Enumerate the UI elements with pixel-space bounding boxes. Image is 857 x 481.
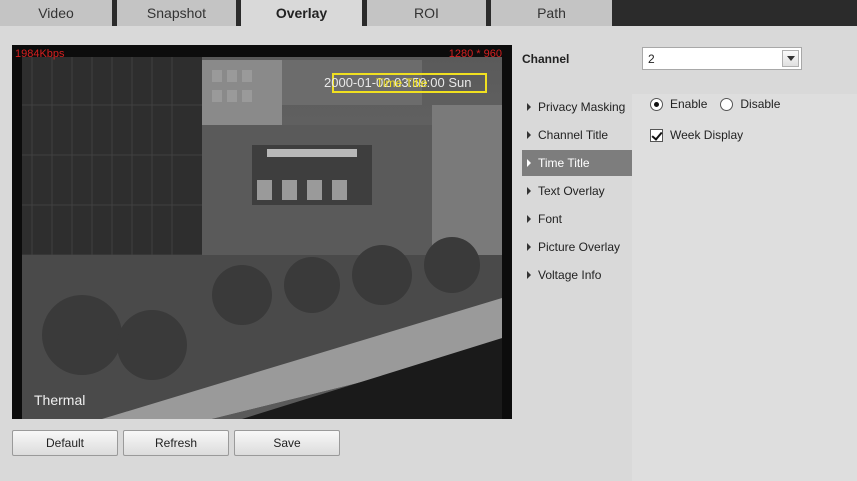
caret-right-icon	[527, 215, 531, 223]
menu-item-channel-title[interactable]: Channel Title	[522, 122, 632, 148]
default-button[interactable]: Default	[12, 430, 118, 456]
refresh-button[interactable]: Refresh	[123, 430, 229, 456]
channel-value: 2	[648, 51, 655, 66]
enable-radio[interactable]	[650, 97, 663, 111]
settings-panel	[632, 94, 857, 481]
enable-label: Enable	[670, 97, 708, 111]
channel-name-overlay: Thermal	[34, 392, 86, 408]
menu-item-label: Voltage Info	[538, 268, 602, 282]
enable-radio-group: Enable Disable	[650, 97, 793, 111]
menu-item-voltage-info[interactable]: Voltage Info	[522, 262, 632, 288]
menu-item-picture-overlay[interactable]: Picture Overlay	[522, 234, 632, 260]
menu-item-label: Privacy Masking	[538, 100, 626, 114]
overlay-menu: Privacy Masking Channel Title Time Title…	[522, 94, 632, 290]
tab-roi[interactable]: ROI	[367, 0, 486, 26]
tab-bar: Video Snapshot Overlay ROI Path	[0, 0, 857, 26]
thermal-scene-image	[12, 45, 512, 419]
channel-select[interactable]: 2	[642, 47, 802, 70]
tab-path[interactable]: Path	[491, 0, 612, 26]
week-display-label: Week Display	[670, 128, 744, 142]
channel-label: Channel	[522, 52, 570, 66]
save-button[interactable]: Save	[234, 430, 340, 456]
disable-label: Disable	[740, 97, 781, 111]
tab-overlay[interactable]: Overlay	[241, 0, 362, 26]
caret-right-icon	[527, 131, 531, 139]
resolution-readout: 1280 * 960	[448, 48, 502, 60]
chevron-down-icon[interactable]	[782, 50, 799, 67]
menu-item-font[interactable]: Font	[522, 206, 632, 232]
menu-item-label: Picture Overlay	[538, 240, 621, 254]
menu-item-label: Font	[538, 212, 563, 226]
bitrate-readout: 1984Kbps	[15, 48, 65, 60]
disable-radio[interactable]	[720, 97, 734, 111]
menu-item-time-title[interactable]: Time Title	[522, 150, 632, 176]
menu-item-label: Channel Title	[538, 128, 609, 142]
time-title-label: Time Title	[376, 76, 428, 90]
tab-snapshot[interactable]: Snapshot	[117, 0, 236, 26]
menu-item-text-overlay[interactable]: Text Overlay	[522, 178, 632, 204]
caret-right-icon	[527, 103, 531, 111]
menu-item-label: Text Overlay	[538, 184, 605, 198]
caret-right-icon	[527, 243, 531, 251]
menu-item-privacy-masking[interactable]: Privacy Masking	[522, 94, 632, 120]
caret-right-icon	[527, 271, 531, 279]
caret-right-icon	[527, 159, 531, 167]
week-display-row: Week Display	[650, 128, 756, 142]
week-display-checkbox[interactable]	[650, 128, 663, 142]
tab-video[interactable]: Video	[0, 0, 112, 26]
menu-item-label: Time Title	[538, 156, 590, 170]
video-preview[interactable]: 1984Kbps 1280 * 960 2000-01-02 03:59:00 …	[12, 45, 512, 419]
caret-right-icon	[527, 187, 531, 195]
